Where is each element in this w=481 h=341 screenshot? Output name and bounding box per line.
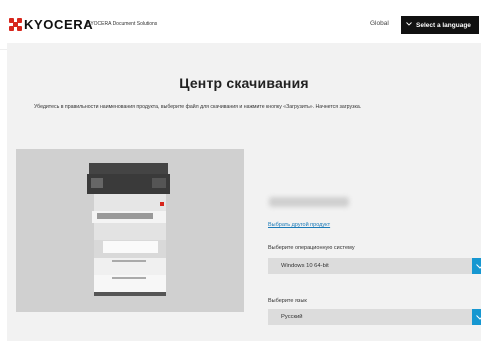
- page-title: Центр скачивания: [179, 75, 309, 91]
- language-select[interactable]: Русский: [268, 309, 481, 325]
- os-select-value: Windows 10 64-bit: [281, 263, 329, 269]
- language-select-chevron-down-icon[interactable]: [472, 309, 481, 325]
- logo-wordmark: KYOCERA: [24, 17, 94, 32]
- language-label: Выберите язык: [268, 298, 307, 304]
- kyocera-logo-mark-icon: [9, 18, 22, 31]
- printer-illustration: [87, 163, 170, 296]
- product-name-blurred: [269, 197, 349, 207]
- choose-other-product-link[interactable]: Выбрать другой продукт: [268, 222, 330, 228]
- select-language-label: Select a language: [416, 21, 471, 29]
- global-label[interactable]: Global: [370, 20, 389, 27]
- os-select-chevron-down-icon[interactable]: [472, 258, 481, 274]
- select-language-button[interactable]: Select a language: [401, 16, 479, 34]
- os-label: Выберите операционную систему: [268, 245, 355, 251]
- language-select-value: Русский: [281, 314, 303, 320]
- logo-subtitle: KYOCERA Document Solutions: [87, 21, 158, 27]
- kyocera-logo[interactable]: KYOCERA: [9, 17, 93, 32]
- product-image: [16, 149, 244, 312]
- os-select[interactable]: Windows 10 64-bit: [268, 258, 481, 274]
- chevron-down-icon: [406, 22, 412, 28]
- download-center: Центр скачивания Убедитесь в правильност…: [7, 43, 481, 341]
- intro-text: Убедитесь в правильности наименования пр…: [34, 104, 362, 110]
